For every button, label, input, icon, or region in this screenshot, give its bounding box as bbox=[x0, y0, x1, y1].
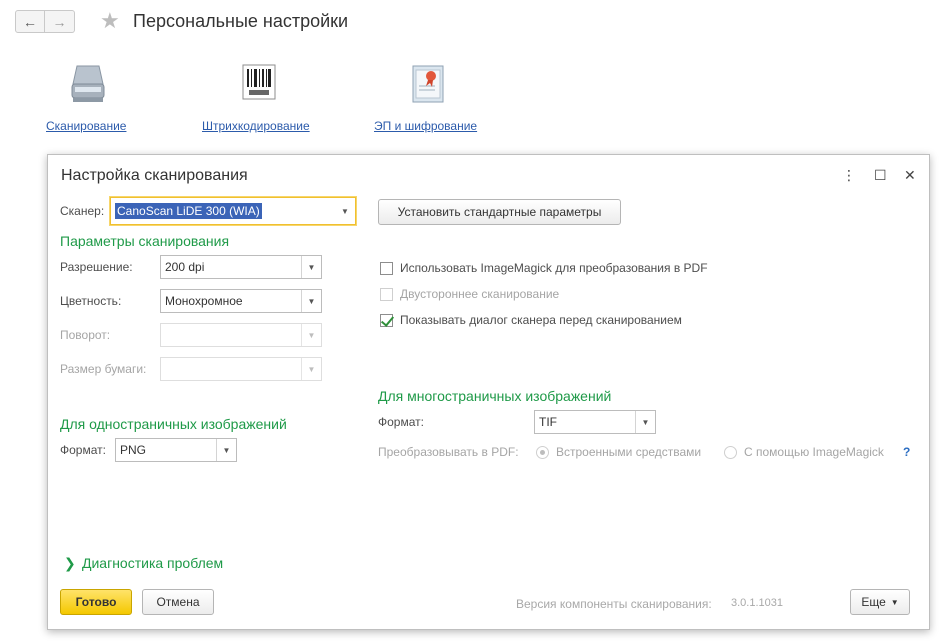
multi-format-label: Формат: bbox=[378, 415, 424, 429]
diagnostics-toggle[interactable]: Диагностика проблем bbox=[82, 555, 223, 571]
scan-settings-dialog: Настройка сканирования ⋮ ☐ ✕ Сканер: Can… bbox=[47, 154, 930, 630]
chevron-down-icon: ▼ bbox=[301, 324, 321, 346]
ok-button[interactable]: Готово bbox=[60, 589, 132, 615]
use-imagemagick-checkbox[interactable] bbox=[380, 262, 393, 275]
chevron-down-icon[interactable]: ▼ bbox=[335, 198, 355, 224]
multi-page-heading: Для многостраничных изображений bbox=[378, 388, 612, 404]
cancel-button[interactable]: Отмена bbox=[142, 589, 214, 615]
multi-format-value: TIF bbox=[539, 415, 557, 429]
signature-encryption-link[interactable]: ЭП и шифрование bbox=[374, 119, 477, 133]
resolution-value: 200 dpi bbox=[165, 260, 205, 274]
single-page-heading: Для одностраничных изображений bbox=[60, 416, 287, 432]
back-button[interactable]: ← bbox=[15, 10, 45, 33]
version-number: 3.0.1.1031 bbox=[731, 597, 783, 609]
single-format-select[interactable]: PNG ▼ bbox=[115, 438, 237, 462]
dialog-title: Настройка сканирования bbox=[61, 167, 248, 184]
show-dialog-checkbox[interactable] bbox=[380, 314, 393, 327]
version-label: Версия компоненты сканирования: bbox=[516, 597, 712, 611]
certificate-icon bbox=[412, 65, 444, 103]
star-icon[interactable]: ★ bbox=[100, 9, 120, 33]
chevron-down-icon: ▼ bbox=[301, 358, 321, 380]
barcoding-link[interactable]: Штрихкодирование bbox=[202, 119, 310, 133]
single-format-value: PNG bbox=[120, 443, 147, 457]
maximize-icon[interactable]: ☐ bbox=[874, 167, 887, 184]
forward-button[interactable]: → bbox=[45, 10, 75, 33]
arrow-right-icon: → bbox=[52, 13, 67, 30]
chevron-down-icon[interactable]: ▼ bbox=[216, 439, 236, 461]
multi-format-select[interactable]: TIF ▼ bbox=[534, 410, 656, 434]
scan-params-heading: Параметры сканирования bbox=[60, 233, 230, 249]
duplex-label: Двустороннее сканирование bbox=[400, 287, 560, 301]
arrow-left-icon: ← bbox=[23, 13, 37, 30]
more-menu-icon[interactable]: ⋮ bbox=[842, 167, 856, 184]
scanner-value: CanoScan LiDE 300 (WIA) bbox=[115, 203, 262, 219]
help-icon[interactable]: ? bbox=[903, 445, 910, 459]
scanner-select[interactable]: CanoScan LiDE 300 (WIA) ▼ bbox=[110, 197, 356, 225]
certificate-feature[interactable] bbox=[411, 64, 445, 104]
convert-imagemagick-label: С помощью ImageMagick bbox=[744, 445, 884, 459]
convert-builtin-label: Встроенными средствами bbox=[556, 445, 702, 459]
reset-defaults-button[interactable]: Установить стандартные параметры bbox=[378, 199, 621, 225]
paper-size-select[interactable]: ▼ bbox=[160, 357, 322, 381]
scanner-icon bbox=[71, 65, 105, 102]
convert-imagemagick-radio[interactable] bbox=[724, 446, 737, 459]
color-select[interactable]: Монохромное ▼ bbox=[160, 289, 322, 313]
show-dialog-label: Показывать диалог сканера перед сканиров… bbox=[400, 313, 682, 327]
more-button-label: Еще bbox=[861, 595, 886, 609]
scanning-link[interactable]: Сканирование bbox=[46, 119, 126, 133]
convert-pdf-label: Преобразовывать в PDF: bbox=[378, 445, 519, 459]
resolution-label: Разрешение: bbox=[60, 260, 133, 274]
chevron-right-icon[interactable]: ❯ bbox=[64, 555, 76, 572]
chevron-down-icon[interactable]: ▼ bbox=[301, 256, 321, 278]
chevron-down-icon: ▼ bbox=[890, 597, 899, 607]
scanner-label: Сканер: bbox=[60, 204, 105, 218]
use-imagemagick-label: Использовать ImageMagick для преобразова… bbox=[400, 261, 708, 275]
color-value: Монохромное bbox=[165, 294, 243, 308]
resolution-select[interactable]: 200 dpi ▼ bbox=[160, 255, 322, 279]
color-label: Цветность: bbox=[60, 294, 122, 308]
single-format-label: Формат: bbox=[60, 443, 106, 457]
rotation-label: Поворот: bbox=[60, 328, 111, 342]
barcode-icon bbox=[242, 64, 276, 100]
more-button[interactable]: Еще ▼ bbox=[850, 589, 910, 615]
barcode-feature[interactable] bbox=[242, 64, 276, 100]
duplex-checkbox[interactable] bbox=[380, 288, 393, 301]
page-title: Персональные настройки bbox=[133, 11, 349, 31]
rotation-select[interactable]: ▼ bbox=[160, 323, 322, 347]
convert-builtin-radio[interactable] bbox=[536, 446, 549, 459]
close-icon[interactable]: ✕ bbox=[904, 167, 916, 184]
chevron-down-icon[interactable]: ▼ bbox=[301, 290, 321, 312]
scanner-feature[interactable] bbox=[69, 64, 107, 104]
chevron-down-icon[interactable]: ▼ bbox=[635, 411, 655, 433]
paper-size-label: Размер бумаги: bbox=[60, 362, 147, 376]
